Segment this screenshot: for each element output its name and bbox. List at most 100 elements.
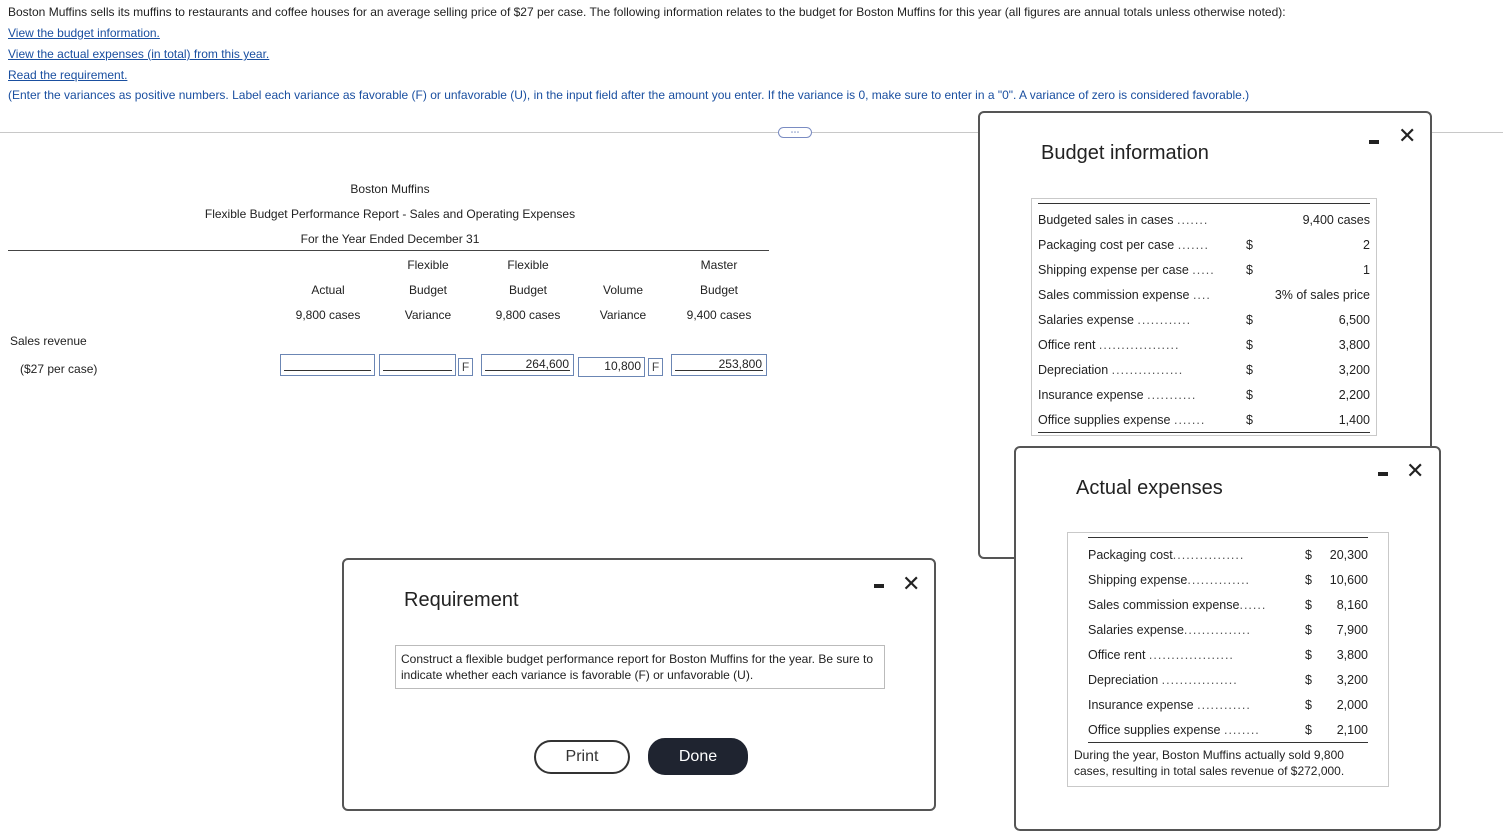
actual-row-value: 7,900 xyxy=(1336,623,1368,637)
budget-row: Office supplies expense ....... $ 1,400 xyxy=(1038,413,1370,427)
actual-row: Depreciation ................. $ 3,200 xyxy=(1088,673,1368,687)
budget-row-value: 3% of sales price xyxy=(1274,288,1370,302)
row-sublabel-price: ($27 per case) xyxy=(20,362,98,376)
col-flexbudget-l2: Budget xyxy=(508,283,548,297)
actual-row-label: Packaging cost xyxy=(1088,548,1173,562)
budget-row-label: Packaging cost per case xyxy=(1038,238,1175,252)
print-button[interactable]: Print xyxy=(534,740,630,774)
col-master-l3: 9,400 cases xyxy=(686,308,752,322)
actual-row-label: Sales commission expense xyxy=(1088,598,1240,612)
actual-row-value: 2,000 xyxy=(1336,698,1368,712)
done-button[interactable]: Done xyxy=(648,738,748,775)
header-rule xyxy=(8,250,769,251)
master-budget-value: 253,800 xyxy=(718,357,762,371)
instructions-text: (Enter the variances as positive numbers… xyxy=(8,88,1250,102)
col-actual-l2: Actual xyxy=(311,283,345,297)
actual-dialog-title: Actual expenses xyxy=(1076,477,1223,499)
requirement-link[interactable]: Read the requirement. xyxy=(8,68,127,82)
actual-row-label: Shipping expense xyxy=(1088,573,1188,587)
budget-row-value: 1 xyxy=(1363,263,1370,277)
actual-expenses-link[interactable]: View the actual expenses (in total) from… xyxy=(8,47,269,61)
actual-row: Packaging cost................ $ 20,300 xyxy=(1088,548,1368,562)
more-options-button[interactable]: ⋯ xyxy=(778,127,812,138)
col-master-l1: Master xyxy=(700,258,738,272)
actual-row: Sales commission expense...... $ 8,160 xyxy=(1088,598,1368,612)
actual-expenses-dialog: Actual expenses ✕ Packaging cost........… xyxy=(1014,446,1441,831)
budget-row-label: Office rent xyxy=(1038,338,1096,352)
budget-row-label: Depreciation xyxy=(1038,363,1109,377)
budget-info-link[interactable]: View the budget information. xyxy=(8,26,160,40)
report-company: Boston Muffins xyxy=(350,182,430,196)
actual-row-label: Depreciation xyxy=(1088,673,1159,687)
actual-row-value: 3,200 xyxy=(1336,673,1368,687)
col-flexvar-l3: Variance xyxy=(404,308,452,322)
budget-row-value: 2,200 xyxy=(1338,388,1370,402)
actual-row-value: 20,300 xyxy=(1329,548,1368,562)
minimize-icon[interactable] xyxy=(1378,472,1388,476)
volume-variance-input[interactable]: 10,800 xyxy=(578,357,645,377)
budget-row: Sales commission expense .... 3% of sale… xyxy=(1038,288,1370,302)
col-flexbudget-l3: 9,800 cases xyxy=(495,308,561,322)
flex-variance-input[interactable] xyxy=(379,354,456,376)
col-volvar-l2: Volume xyxy=(602,283,644,297)
budget-row: Packaging cost per case ....... $ 2 xyxy=(1038,238,1370,252)
budget-row: Budgeted sales in cases ....... 9,400 ca… xyxy=(1038,213,1370,227)
report-title: Flexible Budget Performance Report - Sal… xyxy=(204,207,576,221)
actual-row: Salaries expense............... $ 7,900 xyxy=(1088,623,1368,637)
col-flexvar-l2: Budget xyxy=(408,283,448,297)
close-icon[interactable]: ✕ xyxy=(902,574,920,596)
budget-row-label: Insurance expense xyxy=(1038,388,1144,402)
actual-row-label: Salaries expense xyxy=(1088,623,1184,637)
col-master-l2: Budget xyxy=(699,283,739,297)
actual-row-label: Office supplies expense xyxy=(1088,723,1221,737)
actual-sales-note: During the year, Boston Muffins actually… xyxy=(1074,748,1345,778)
actual-row: Office rent ................... $ 3,800 xyxy=(1088,648,1368,662)
minimize-icon[interactable] xyxy=(1369,140,1379,144)
requirement-text: Construct a flexible budget performance … xyxy=(395,645,885,689)
actual-row: Office supplies expense ........ $ 2,100 xyxy=(1088,723,1368,737)
budget-row: Salaries expense ............ $ 6,500 xyxy=(1038,313,1370,327)
actual-sales-input[interactable] xyxy=(280,354,375,376)
budget-row-value: 2 xyxy=(1363,238,1370,252)
flex-budget-value: 264,600 xyxy=(525,357,569,371)
requirement-dialog: Requirement ✕ Construct a flexible budge… xyxy=(342,558,936,811)
budget-dialog-title: Budget information xyxy=(1041,142,1209,164)
budget-row-label: Salaries expense xyxy=(1038,313,1134,327)
actual-row-label: Insurance expense xyxy=(1088,698,1194,712)
budget-info-table: Budgeted sales in cases ....... 9,400 ca… xyxy=(1031,198,1377,436)
actual-expenses-table: Packaging cost................ $ 20,300 … xyxy=(1067,532,1389,787)
budget-row: Insurance expense ........... $ 2,200 xyxy=(1038,388,1370,402)
requirement-dialog-title: Requirement xyxy=(404,589,519,611)
budget-row-label: Shipping expense per case xyxy=(1038,263,1189,277)
row-label-sales-revenue: Sales revenue xyxy=(10,334,87,348)
master-budget-input[interactable]: 253,800 xyxy=(671,354,767,376)
budget-row-value: 6,500 xyxy=(1338,313,1370,327)
col-volvar-l3: Variance xyxy=(599,308,647,322)
minimize-icon[interactable] xyxy=(874,584,884,588)
col-flexbudget-l1: Flexible xyxy=(507,258,549,272)
budget-row-label: Sales commission expense xyxy=(1038,288,1190,302)
actual-row-value: 3,800 xyxy=(1336,648,1368,662)
budget-row: Shipping expense per case ..... $ 1 xyxy=(1038,263,1370,277)
actual-row: Insurance expense ............ $ 2,000 xyxy=(1088,698,1368,712)
budget-row-value: 9,400 cases xyxy=(1302,213,1370,227)
col-flexvar-l1: Flexible xyxy=(407,258,449,272)
budget-row-label: Office supplies expense xyxy=(1038,413,1171,427)
col-actual-l3: 9,800 cases xyxy=(295,308,361,322)
actual-row-value: 8,160 xyxy=(1336,598,1368,612)
budget-row: Depreciation ................ $ 3,200 xyxy=(1038,363,1370,377)
volume-variance-label-input[interactable]: F xyxy=(648,358,663,376)
flex-budget-input[interactable]: 264,600 xyxy=(481,354,574,376)
budget-row-value: 1,400 xyxy=(1338,413,1370,427)
budget-row: Office rent .................. $ 3,800 xyxy=(1038,338,1370,352)
actual-row-value: 10,600 xyxy=(1329,573,1368,587)
report-period: For the Year Ended December 31 xyxy=(300,232,480,246)
actual-row-label: Office rent xyxy=(1088,648,1146,662)
flex-variance-label-input[interactable]: F xyxy=(458,358,473,376)
close-icon[interactable]: ✕ xyxy=(1406,461,1424,483)
close-icon[interactable]: ✕ xyxy=(1398,126,1416,148)
budget-row-value: 3,200 xyxy=(1338,363,1370,377)
problem-intro: Boston Muffins sells its muffins to rest… xyxy=(8,5,1286,19)
budget-row-value: 3,800 xyxy=(1338,338,1370,352)
actual-row-value: 2,100 xyxy=(1336,723,1368,737)
